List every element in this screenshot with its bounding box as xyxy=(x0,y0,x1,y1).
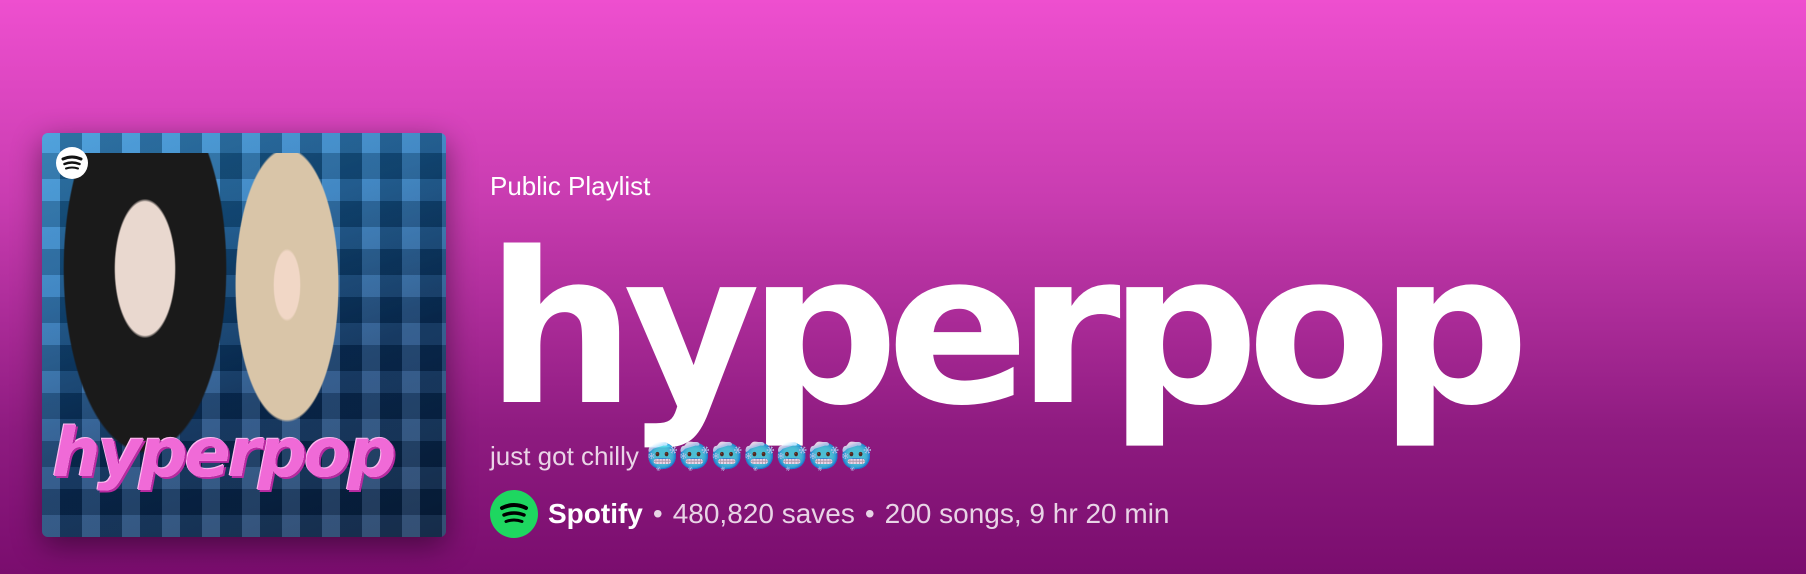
playlist-title[interactable]: hyperpop xyxy=(486,215,1530,445)
playlist-stats: 200 songs, 9 hr 20 min xyxy=(884,498,1170,529)
spotify-logo-icon xyxy=(56,147,88,179)
spotify-avatar-icon[interactable] xyxy=(490,490,538,538)
playlist-cover-image[interactable]: hyperpop xyxy=(42,133,446,537)
playlist-type-label: Public Playlist xyxy=(490,171,651,201)
saves-count: 480,820 saves xyxy=(672,498,855,529)
meta-separator: • xyxy=(864,498,875,529)
meta-separator: • xyxy=(652,498,663,529)
playlist-header: Public Playlist xyxy=(490,168,1770,204)
cover-title-text: hyperpop xyxy=(52,414,396,493)
playlist-meta: Spotify • 480,820 saves • 200 songs, 9 h… xyxy=(490,490,1170,538)
owner-link[interactable]: Spotify xyxy=(548,490,643,538)
playlist-description: just got chilly 🥶🥶🥶🥶🥶🥶🥶 xyxy=(490,441,873,471)
